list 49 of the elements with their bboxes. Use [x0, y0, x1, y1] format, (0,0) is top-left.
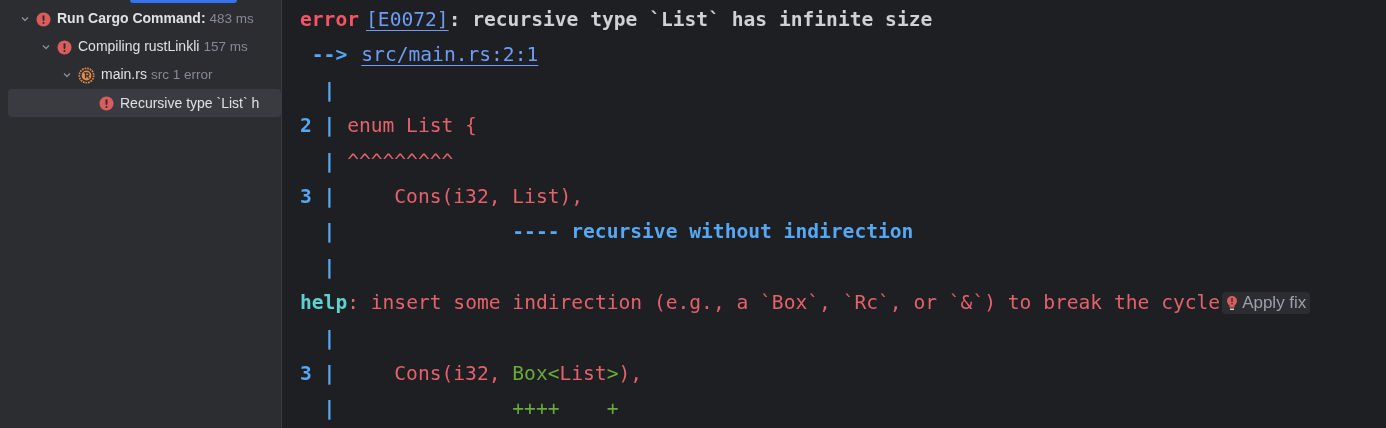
- gear-icon: [78, 66, 95, 84]
- added-text: >: [606, 360, 619, 387]
- tree-item[interactable]: Run Cargo Command: 483 ms: [8, 5, 281, 33]
- error-icon: [99, 95, 114, 111]
- lightbulb-icon: [1226, 294, 1239, 311]
- line-number: 2: [300, 114, 312, 138]
- chevron-icon[interactable]: [62, 70, 72, 80]
- code-text: : insert some indirection (e.g., a `Box`, `Rc`, or `&`) to break the cycle: [347, 290, 1221, 317]
- code-text: Cons(i32,: [393, 360, 502, 387]
- tree-item-detail: 157 ms: [203, 38, 248, 57]
- arrow-marker: -->: [310, 42, 348, 69]
- apply-fix-button[interactable]: Apply fix: [1222, 291, 1311, 314]
- code-text: Cons(i32, List),: [393, 183, 584, 210]
- added-text: ++++ +: [511, 396, 619, 423]
- caret-marker: ^^^^^^^^^: [347, 148, 454, 175]
- code-text: List: [559, 360, 607, 387]
- tree-item[interactable]: Compiling rustLinkli 157 ms: [8, 33, 281, 61]
- tree-item[interactable]: Recursive type `List` h: [8, 89, 281, 117]
- tree-item-title: Run Cargo Command:: [57, 9, 206, 29]
- code-text: ),: [618, 360, 643, 387]
- gutter-separator-text: |: [323, 360, 336, 387]
- line-number: 3: [300, 184, 312, 208]
- gutter-separator-text: |: [323, 183, 336, 210]
- error-icon: [36, 11, 51, 27]
- gutter-separator-text: |: [323, 77, 336, 104]
- error-label: error: [300, 7, 359, 33]
- note-text: ---- recursive without indirection: [511, 219, 914, 246]
- gutter-separator-text: |: [323, 254, 336, 281]
- error-icon: [57, 39, 72, 55]
- tree-item[interactable]: main.rs src 1 error: [8, 61, 281, 89]
- tree-item-detail: src 1 error: [150, 66, 213, 85]
- help-label: help: [300, 290, 348, 317]
- chevron-icon[interactable]: [41, 42, 51, 52]
- added-text: Box<: [512, 360, 560, 387]
- line-number: 3: [300, 361, 312, 385]
- tree-item-title: Compiling rustLinkli: [78, 37, 200, 57]
- gutter-separator-text: |: [323, 396, 336, 423]
- link[interactable]: [E0072]: [366, 2, 449, 38]
- tree-item-title: main.rs: [101, 65, 147, 85]
- link[interactable]: src/main.rs:2:1: [361, 37, 539, 73]
- gutter-separator-text: |: [323, 148, 336, 175]
- chevron-icon[interactable]: [20, 14, 30, 24]
- error-message: : recursive type `List` has infinite size: [448, 7, 933, 33]
- gutter-separator-text: |: [323, 219, 336, 246]
- gutter-separator-text: |: [323, 113, 336, 140]
- gutter-separator-text: |: [323, 325, 336, 352]
- code-text: enum List {: [347, 113, 477, 140]
- tree-item-title: Recursive type `List` h: [120, 93, 260, 113]
- tree-item-detail: 483 ms: [209, 10, 254, 29]
